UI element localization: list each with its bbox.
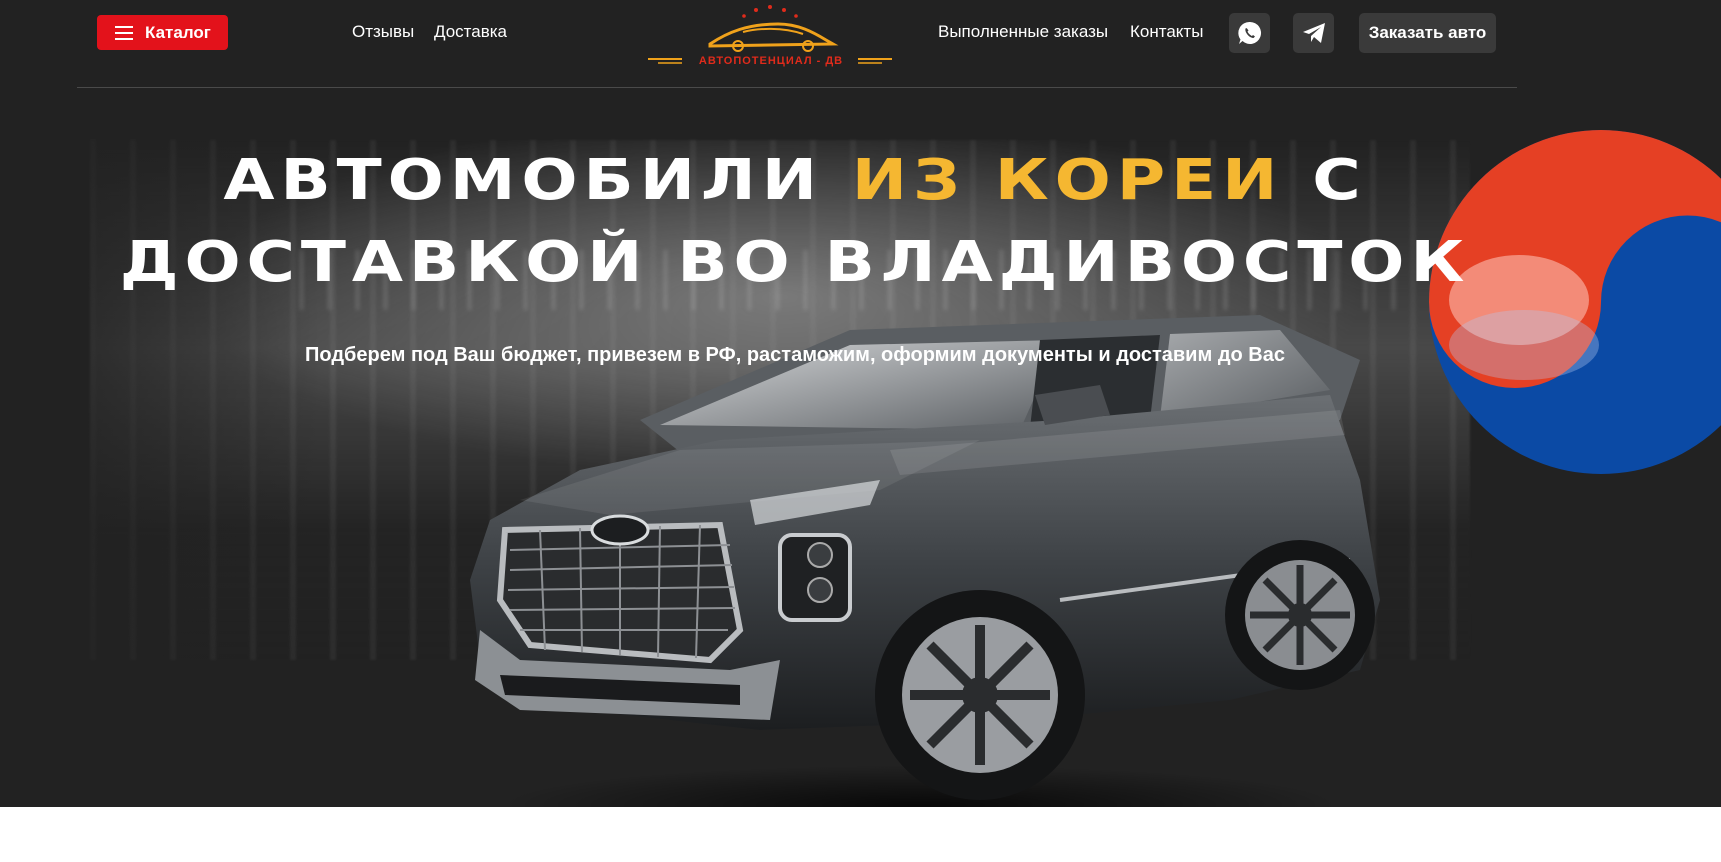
whatsapp-icon [1237,21,1261,44]
telegram-icon [1302,23,1325,43]
hero-title: АВТОМОБИЛИ ИЗ КОРЕИ С ДОСТАВКОЙ ВО ВЛАДИ… [34,140,1556,304]
site-logo[interactable]: АВТОПОТЕНЦИАЛ - ДВ [648,2,892,68]
hero-subtitle: Подберем под Ваш бюджет, привезем в РФ, … [305,344,1285,366]
logo-text: АВТОПОТЕНЦИАЛ - ДВ [698,55,844,67]
order-car-button[interactable]: Заказать авто [1359,13,1496,53]
nav-link-delivery[interactable]: Доставка [434,22,507,42]
nav-link-completed-orders[interactable]: Выполненные заказы [938,22,1108,42]
next-section-start [0,807,1721,862]
hero-title-accent: ИЗ КОРЕИ [851,148,1284,213]
nav-link-reviews[interactable]: Отзывы [352,22,414,42]
hero-title-part2: С [1283,148,1367,213]
menu-icon [115,25,133,40]
header-divider [77,87,1517,88]
hero-title-part1: АВТОМОБИЛИ [223,148,852,213]
nav-link-contacts[interactable]: Контакты [1130,22,1203,42]
telegram-button[interactable] [1293,13,1334,53]
hero-section: АВТОМОБИЛИ ИЗ КОРЕИ С ДОСТАВКОЙ ВО ВЛАДИ… [0,0,1721,807]
whatsapp-button[interactable] [1229,13,1270,53]
catalog-button[interactable]: Каталог [97,15,228,50]
hero-title-line2: ДОСТАВКОЙ ВО ВЛАДИВОСТОК [119,230,1471,295]
catalog-button-label: Каталог [145,22,211,42]
hyundai-suv-image [470,315,1380,807]
site-header: Каталог Отзывы Доставка АВТОПОТЕНЦИАЛ - … [0,0,1721,88]
